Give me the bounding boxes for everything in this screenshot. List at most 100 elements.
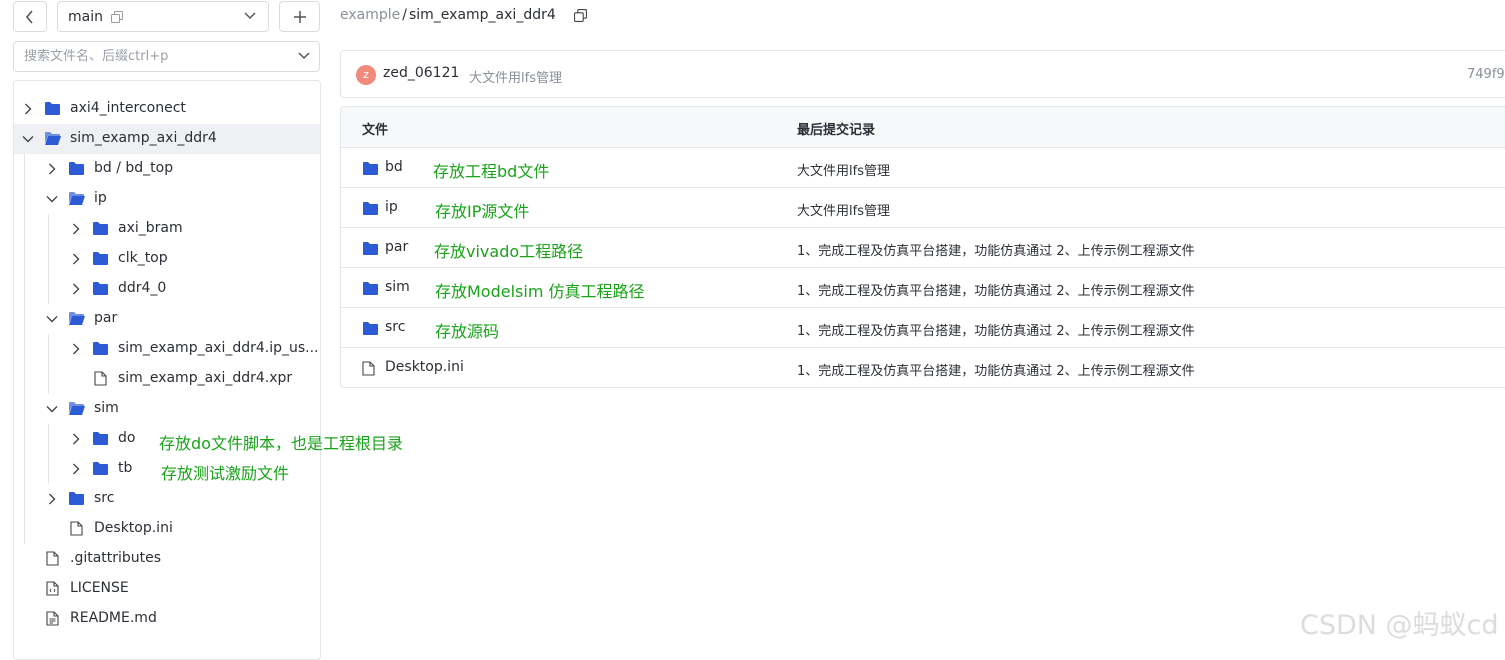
chevron-right-icon[interactable] [70, 283, 82, 295]
chevron-down-icon [244, 12, 256, 20]
file-name-link[interactable]: Desktop.ini [385, 359, 464, 375]
tree-file[interactable]: README.md [14, 604, 320, 634]
tree-folder[interactable]: ip [14, 184, 320, 214]
commit-hash[interactable]: 749f9 [1467, 67, 1505, 82]
commit-author[interactable]: zed_06121 [383, 65, 459, 81]
last-commit-message[interactable]: 1、完成工程及仿真平台搭建，功能仿真通过 2、上传示例工程源文件 [797, 280, 1195, 299]
folder-icon [93, 222, 108, 235]
tree-item-label: LICENSE [70, 580, 129, 596]
watermark: CSDN @蚂蚁cd [1300, 610, 1499, 641]
last-commit-message[interactable]: 大文件用lfs管理 [797, 160, 890, 179]
chevron-right-icon[interactable] [70, 223, 82, 235]
table-row[interactable]: src 存放源码 1、完成工程及仿真平台搭建，功能仿真通过 2、上传示例工程源文件 [341, 308, 1505, 348]
chevron-down-icon[interactable] [298, 52, 310, 60]
tree-item-label: axi4_interconect [70, 100, 186, 116]
tree-folder[interactable]: sim_examp_axi_ddr4.ip_us... [14, 334, 320, 364]
annotation-tb: 存放测试激励文件 [161, 464, 290, 483]
tree-item-label: par [94, 310, 118, 326]
column-header-commit: 最后提交记录 [797, 123, 876, 138]
tree-folder[interactable]: axi_bram [14, 214, 320, 244]
tree-file[interactable]: sim_examp_axi_ddr4.xpr [14, 364, 320, 394]
annotation-text: 存放IP源文件 [435, 202, 530, 221]
folder-icon [69, 162, 84, 175]
tree-item-label: ddr4_0 [118, 280, 167, 296]
tree-file[interactable]: Desktop.ini [14, 514, 320, 544]
branch-selector[interactable]: main [57, 1, 269, 32]
chevron-down-icon[interactable] [46, 403, 58, 415]
chevron-right-icon[interactable] [46, 493, 58, 505]
tree-item-label: src [94, 490, 115, 506]
tree-item-label: tb [118, 460, 133, 476]
copy-icon[interactable] [110, 10, 123, 23]
chevron-right-icon[interactable] [70, 343, 82, 355]
chevron-right-icon[interactable] [46, 163, 58, 175]
back-button[interactable] [13, 1, 47, 32]
chevron-down-icon[interactable] [46, 193, 58, 205]
tree-folder[interactable]: src [14, 484, 320, 514]
tree-file[interactable]: LICENSE [14, 574, 320, 604]
file-name-link[interactable]: bd [385, 159, 403, 175]
last-commit-message[interactable]: 1、完成工程及仿真平台搭建，功能仿真通过 2、上传示例工程源文件 [797, 360, 1195, 379]
tree-item-label: sim_examp_axi_ddr4.ip_us... [118, 340, 319, 356]
file-name-link[interactable]: ip [385, 199, 398, 215]
tree-folder[interactable]: sim [14, 394, 320, 424]
license-file-icon [46, 581, 59, 596]
file-name-link[interactable]: src [385, 319, 405, 335]
file-name-link[interactable]: sim [385, 279, 410, 295]
chevron-down-icon[interactable] [46, 313, 58, 325]
folder-icon [363, 162, 378, 175]
last-commit-message[interactable]: 大文件用lfs管理 [797, 200, 890, 219]
tree-folder[interactable]: par [14, 304, 320, 334]
folder-icon [93, 282, 108, 295]
last-commit-message[interactable]: 1、完成工程及仿真平台搭建，功能仿真通过 2、上传示例工程源文件 [797, 320, 1195, 339]
search-input[interactable] [24, 49, 274, 64]
breadcrumb-current: sim_examp_axi_ddr4 [408, 7, 556, 23]
file-table: 文件 最后提交记录 bd 存放工程bd文件 大文件用lfs管理 ip 存放IP源文件 大文… [340, 106, 1505, 388]
chevron-left-icon [25, 9, 33, 24]
table-row[interactable]: Desktop.ini 1、完成工程及仿真平台搭建，功能仿真通过 2、上传示例工程… [341, 348, 1505, 387]
chevron-down-icon[interactable] [22, 133, 34, 145]
commit-message[interactable]: 大文件用lfs管理 [469, 67, 562, 86]
column-header-file: 文件 [362, 123, 389, 138]
table-row[interactable]: sim 存放Modelsim 仿真工程路径 1、完成工程及仿真平台搭建，功能仿真通过… [341, 268, 1505, 308]
avatar[interactable]: z [356, 65, 376, 85]
latest-commit-bar: z zed_06121 大文件用lfs管理 749f9 [340, 50, 1505, 98]
plus-icon [293, 10, 306, 23]
folder-open-icon [69, 402, 85, 415]
file-name-link[interactable]: par [385, 239, 408, 255]
branch-name: main [68, 8, 103, 25]
chevron-right-icon[interactable] [22, 103, 34, 115]
chevron-right-icon[interactable] [70, 433, 82, 445]
tree-folder[interactable]: bd / bd_top [14, 154, 320, 184]
folder-icon [93, 432, 108, 445]
tree-folder[interactable]: axi4_interconect [14, 94, 320, 124]
chevron-right-icon[interactable] [70, 253, 82, 265]
tree-folder[interactable]: clk_top [14, 244, 320, 274]
tree-item-label: sim_examp_axi_ddr4.xpr [118, 370, 293, 386]
breadcrumb-root[interactable]: example [340, 7, 400, 23]
folder-icon [93, 252, 108, 265]
file-tree: axi4_interconect sim_examp_axi_ddr4bd / b… [13, 80, 321, 660]
tree-item-label: bd / bd_top [94, 160, 174, 176]
file-search[interactable] [13, 41, 320, 72]
breadcrumb: example / sim_examp_axi_ddr4 [340, 7, 587, 23]
tree-item-label: Desktop.ini [94, 520, 173, 536]
file-icon [94, 371, 107, 386]
annotation-text: 存放vivado工程路径 [434, 242, 584, 261]
chevron-right-icon[interactable] [70, 463, 82, 475]
table-row[interactable]: par 存放vivado工程路径 1、完成工程及仿真平台搭建，功能仿真通过 2、上传… [341, 228, 1505, 268]
last-commit-message[interactable]: 1、完成工程及仿真平台搭建，功能仿真通过 2、上传示例工程源文件 [797, 240, 1195, 259]
table-row[interactable]: bd 存放工程bd文件 大文件用lfs管理 [341, 148, 1505, 188]
add-button[interactable] [279, 1, 320, 32]
annotation-text: 存放源码 [435, 322, 500, 341]
tree-item-label: ip [94, 190, 107, 206]
file-icon [46, 551, 59, 566]
tree-file[interactable]: .gitattributes [14, 544, 320, 574]
file-icon [70, 521, 83, 536]
copy-path-icon[interactable] [573, 8, 587, 22]
tree-folder[interactable]: sim_examp_axi_ddr4 [14, 124, 320, 154]
breadcrumb-separator: / [402, 7, 407, 23]
annotation-text: 存放Modelsim 仿真工程路径 [435, 282, 645, 301]
table-row[interactable]: ip 存放IP源文件 大文件用lfs管理 [341, 188, 1505, 228]
tree-folder[interactable]: ddr4_0 [14, 274, 320, 304]
